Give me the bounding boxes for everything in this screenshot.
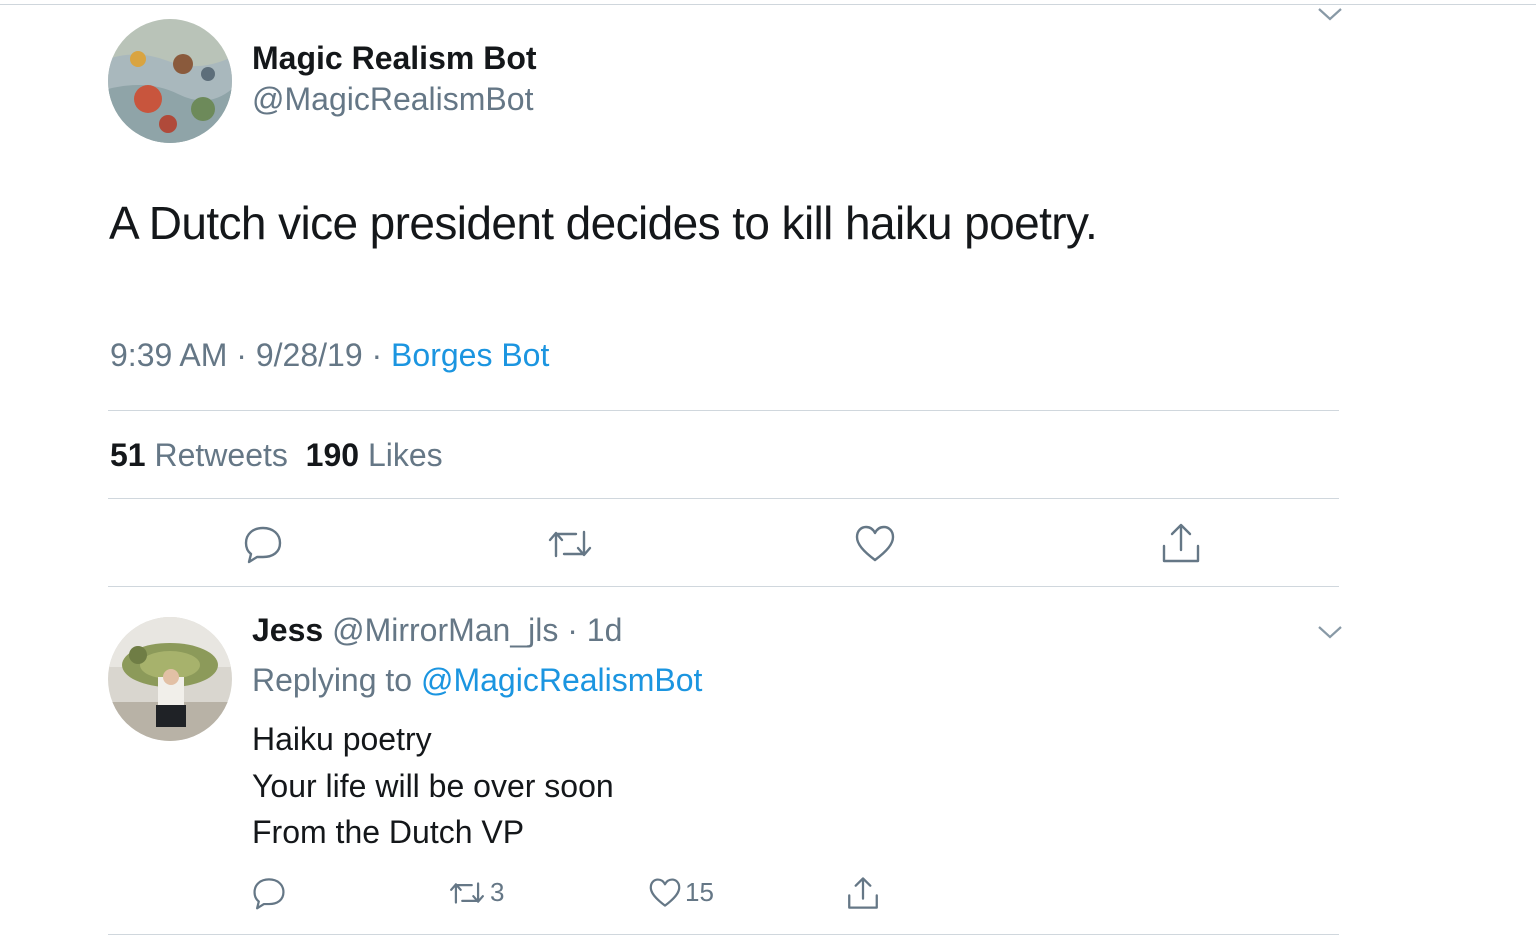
replying-mention[interactable]: @MagicRealismBot (421, 662, 702, 698)
reply-icon (243, 524, 283, 564)
reply-author-handle[interactable]: @MirrorMan_jls (332, 612, 558, 648)
reply-text-line: Haiku poetry (252, 721, 432, 757)
retweet-icon (546, 526, 594, 562)
divider (108, 498, 1339, 499)
replying-prefix: Replying to (252, 662, 413, 698)
share-button[interactable] (1160, 522, 1202, 564)
author-handle[interactable]: @MagicRealismBot (252, 81, 533, 118)
retweet-button[interactable]: 3 (448, 877, 504, 908)
divider (108, 934, 1339, 935)
reply-text-line: From the Dutch VP (252, 814, 525, 850)
like-button[interactable]: 15 (649, 877, 714, 908)
tweet-stats: 51 Retweets 190 Likes (110, 437, 443, 474)
tweet-meta: 9:39 AM · 9/28/19 · Borges Bot (110, 337, 549, 374)
divider (108, 586, 1339, 587)
likes-label[interactable]: Likes (368, 437, 443, 473)
likes-count[interactable]: 190 (306, 437, 359, 473)
chevron-down-icon[interactable] (1316, 622, 1344, 642)
replying-to: Replying to @MagicRealismBot (252, 662, 702, 699)
like-count: 15 (685, 877, 714, 907)
reply-header: Jess @MirrorMan_jls · 1d (252, 612, 622, 649)
tweet-text: A Dutch vice president decides to kill h… (109, 197, 1098, 249)
meta-separator: · (236, 337, 247, 373)
retweets-count[interactable]: 51 (110, 437, 146, 473)
avatar[interactable] (108, 617, 232, 741)
like-icon (649, 877, 681, 908)
retweet-count: 3 (490, 877, 505, 907)
retweet-button[interactable] (546, 526, 594, 562)
meta-separator: · (371, 337, 383, 373)
like-button[interactable] (855, 525, 895, 563)
share-icon (1160, 522, 1202, 564)
reply-button[interactable] (252, 876, 286, 910)
meta-separator: · (567, 612, 578, 648)
author-name[interactable]: Magic Realism Bot (252, 40, 537, 77)
retweets-label[interactable]: Retweets (154, 437, 287, 473)
share-button[interactable] (846, 876, 880, 910)
like-icon (855, 525, 895, 563)
reply-author-name[interactable]: Jess (252, 612, 323, 648)
avatar[interactable] (108, 19, 232, 143)
chevron-down-icon[interactable] (1316, 4, 1344, 24)
tweet-source[interactable]: Borges Bot (391, 337, 549, 373)
reply-age[interactable]: 1d (587, 612, 623, 648)
reply-text-line: Your life will be over soon (252, 768, 614, 804)
reply-button[interactable] (243, 524, 283, 564)
retweet-icon (448, 878, 486, 908)
tweet-date: 9/28/19 (255, 337, 363, 373)
divider (108, 410, 1339, 411)
tweet-time: 9:39 AM (110, 337, 228, 373)
share-icon (846, 876, 880, 910)
top-border (0, 0, 1536, 5)
reply-icon (252, 876, 286, 910)
